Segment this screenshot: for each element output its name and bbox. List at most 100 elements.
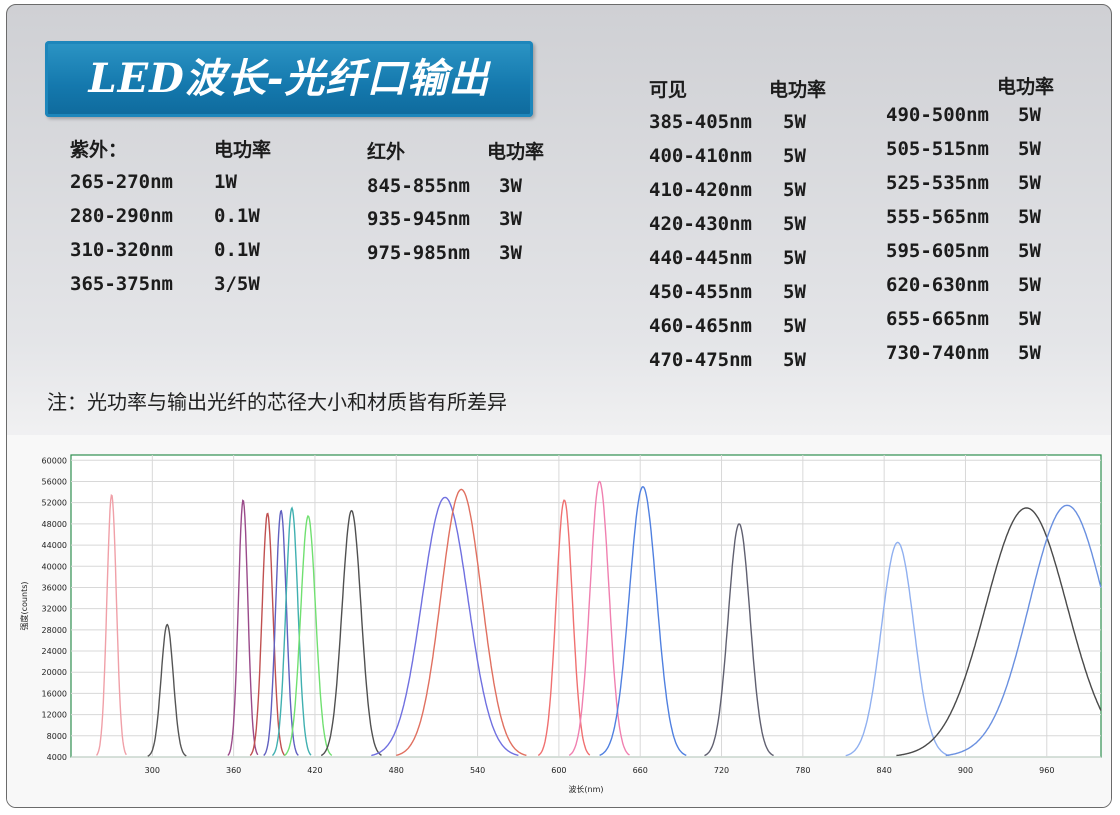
y-tick-label: 48000 bbox=[42, 520, 67, 529]
y-tick-label: 40000 bbox=[42, 562, 67, 571]
uv-power: 0.1W bbox=[214, 239, 260, 261]
ir-power-heading: 电功率 bbox=[487, 141, 545, 163]
visible2-power: 5W bbox=[1018, 172, 1041, 194]
visible2-header: 电功率 bbox=[997, 72, 1097, 98]
visible-row: 410-420nm 5W bbox=[649, 179, 869, 203]
visible2-power: 5W bbox=[1018, 206, 1041, 228]
visible-power: 5W bbox=[783, 145, 806, 167]
plot-area bbox=[70, 454, 1102, 758]
page-title: LED波长-光纤口输出 bbox=[45, 41, 533, 117]
y-tick-label: 20000 bbox=[42, 668, 67, 677]
visible2-wavelength: 595-605nm bbox=[886, 240, 989, 262]
y-tick-label: 28000 bbox=[42, 626, 67, 635]
x-tick-label: 420 bbox=[307, 766, 322, 775]
visible2-row: 525-535nm 5W bbox=[886, 172, 1086, 196]
x-axis-label: 波长(nm) bbox=[568, 784, 603, 794]
y-tick-label: 60000 bbox=[42, 456, 67, 465]
uv-row: 265-270nm 1W bbox=[70, 171, 330, 195]
visible-row: 440-445nm 5W bbox=[649, 247, 869, 271]
visible2-power-heading: 电功率 bbox=[997, 76, 1055, 98]
y-tick-label: 24000 bbox=[42, 647, 67, 656]
visible-power: 5W bbox=[783, 349, 806, 371]
x-tick-label: 720 bbox=[714, 766, 729, 775]
visible-wavelength: 470-475nm bbox=[649, 349, 752, 371]
visible-row: 385-405nm 5W bbox=[649, 111, 869, 135]
visible2-wavelength: 620-630nm bbox=[886, 274, 989, 296]
visible-power: 5W bbox=[783, 247, 806, 269]
visible-row: 460-465nm 5W bbox=[649, 315, 869, 339]
uv-wavelength: 310-320nm bbox=[70, 239, 173, 261]
visible-wavelength: 450-455nm bbox=[649, 281, 752, 303]
x-tick-label: 660 bbox=[633, 766, 648, 775]
spectrum-chart: 4000 8000 12000 16000 20000 24000 28000 32000 36… bbox=[19, 454, 1102, 794]
uv-row: 310-320nm 0.1W bbox=[70, 239, 330, 263]
x-tick-label: 900 bbox=[958, 766, 973, 775]
x-tick-label: 480 bbox=[389, 766, 404, 775]
uv-heading: 紫外： bbox=[70, 139, 128, 161]
visible-wavelength: 400-410nm bbox=[649, 145, 752, 167]
visible2-wavelength: 655-665nm bbox=[886, 308, 989, 330]
y-tick-label: 8000 bbox=[47, 732, 67, 741]
uv-wavelength: 265-270nm bbox=[70, 171, 173, 193]
ir-power: 3W bbox=[499, 175, 522, 197]
y-tick-label: 56000 bbox=[42, 477, 67, 486]
ir-row: 935-945nm 3W bbox=[367, 208, 607, 232]
visible-power: 5W bbox=[783, 315, 806, 337]
visible-header: 可见 电功率 bbox=[649, 75, 869, 101]
uv-wavelength: 280-290nm bbox=[70, 205, 173, 227]
ir-heading: 红外 bbox=[367, 141, 406, 163]
visible2-wavelength: 730-740nm bbox=[886, 342, 989, 364]
visible2-row: 555-565nm 5W bbox=[886, 206, 1086, 230]
visible-wavelength: 410-420nm bbox=[649, 179, 752, 201]
visible-wavelength: 460-465nm bbox=[649, 315, 752, 337]
visible-row: 470-475nm 5W bbox=[649, 349, 869, 373]
x-tick-label: 840 bbox=[877, 766, 892, 775]
note-text: 注：光功率与输出光纤的芯径大小和材质皆有所差异 bbox=[47, 390, 507, 414]
x-tick-label: 600 bbox=[551, 766, 566, 775]
visible2-power: 5W bbox=[1018, 104, 1041, 126]
x-tick-label: 960 bbox=[1039, 766, 1054, 775]
visible2-power: 5W bbox=[1018, 342, 1041, 364]
ir-header: 红外 电功率 bbox=[367, 137, 607, 163]
uv-power-heading: 电功率 bbox=[214, 139, 272, 161]
uv-wavelength: 365-375nm bbox=[70, 273, 173, 295]
x-tick-label: 780 bbox=[795, 766, 810, 775]
visible-power: 5W bbox=[783, 281, 806, 303]
visible-row: 400-410nm 5W bbox=[649, 145, 869, 169]
ir-row: 845-855nm 3W bbox=[367, 175, 607, 199]
x-tick-label: 540 bbox=[470, 766, 485, 775]
ir-wavelength: 935-945nm bbox=[367, 208, 470, 230]
visible2-row: 655-665nm 5W bbox=[886, 308, 1086, 332]
visible2-wavelength: 525-535nm bbox=[886, 172, 989, 194]
y-tick-label: 36000 bbox=[42, 583, 67, 592]
y-axis-label: 强度(counts) bbox=[19, 582, 29, 631]
visible2-row: 505-515nm 5W bbox=[886, 138, 1086, 162]
visible-row: 450-455nm 5W bbox=[649, 281, 869, 305]
ir-power: 3W bbox=[499, 242, 522, 264]
y-tick-label: 52000 bbox=[42, 499, 67, 508]
uv-power: 1W bbox=[214, 171, 237, 193]
visible-wavelength: 385-405nm bbox=[649, 111, 752, 133]
ir-row: 975-985nm 3W bbox=[367, 242, 607, 266]
visible-row: 420-430nm 5W bbox=[649, 213, 869, 237]
panel-frame: LED波长-光纤口输出 紫外： 电功率 265-270nm 1W 280-290… bbox=[6, 4, 1112, 808]
visible2-row: 730-740nm 5W bbox=[886, 342, 1086, 366]
y-tick-label: 44000 bbox=[42, 541, 67, 550]
visible-power: 5W bbox=[783, 111, 806, 133]
visible-wavelength: 440-445nm bbox=[649, 247, 752, 269]
visible2-power: 5W bbox=[1018, 240, 1041, 262]
visible-power: 5W bbox=[783, 179, 806, 201]
visible2-wavelength: 555-565nm bbox=[886, 206, 989, 228]
visible2-power: 5W bbox=[1018, 274, 1041, 296]
visible2-power: 5W bbox=[1018, 138, 1041, 160]
visible2-row: 490-500nm 5W bbox=[886, 104, 1086, 128]
visible2-row: 595-605nm 5W bbox=[886, 240, 1086, 264]
y-tick-label: 4000 bbox=[47, 753, 67, 762]
visible-heading: 可见 bbox=[649, 79, 688, 101]
visible-power-heading: 电功率 bbox=[769, 79, 827, 101]
uv-power: 3/5W bbox=[214, 273, 260, 295]
ir-wavelength: 975-985nm bbox=[367, 242, 470, 264]
spectrum-chart-area: 4000 8000 12000 16000 20000 24000 28000 32000 36… bbox=[7, 435, 1111, 807]
visible2-wavelength: 490-500nm bbox=[886, 104, 989, 126]
ir-power: 3W bbox=[499, 208, 522, 230]
